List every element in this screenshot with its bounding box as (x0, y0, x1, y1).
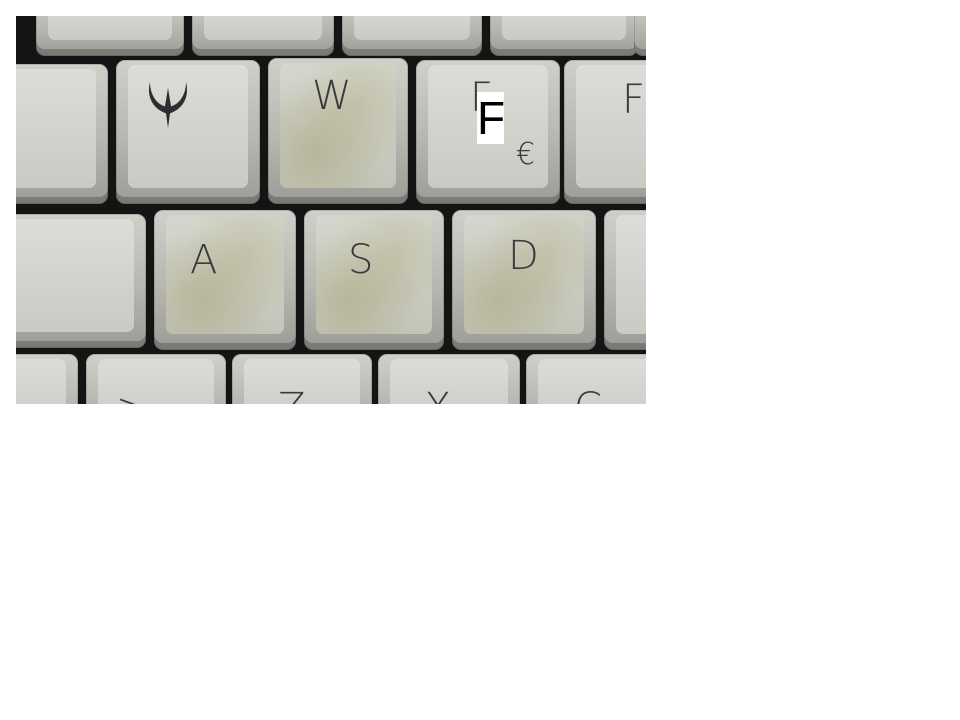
key-less-legend: > (116, 388, 151, 404)
key-x-legend: X (424, 388, 452, 404)
key-r: F (564, 60, 646, 204)
key-shift (16, 354, 78, 404)
key-top-2 (192, 16, 334, 56)
euro-symbol: € (516, 137, 537, 172)
key-top-1 (36, 16, 184, 56)
key-q (116, 60, 260, 204)
keyboard-photo: W F € F A S D > Z X C (16, 16, 646, 404)
overlay-letter-label: F (477, 92, 506, 144)
quake-logo-icon (148, 82, 188, 128)
key-s: S (304, 210, 444, 350)
key-caps (16, 214, 146, 348)
key-w-legend: W (312, 73, 353, 119)
key-z-legend: Z (278, 388, 306, 404)
key-a: A (154, 210, 296, 350)
key-w: W (268, 58, 408, 204)
key-top-4 (490, 16, 638, 56)
key-c: C (526, 354, 646, 404)
key-d-legend: D (508, 233, 540, 279)
key-d: D (452, 210, 596, 350)
key-a-legend: A (190, 237, 219, 283)
key-top-5 (634, 16, 646, 56)
key-z: Z (232, 354, 372, 404)
key-r-legend: F (622, 77, 646, 123)
key-top-3 (342, 16, 482, 56)
key-f (604, 210, 646, 350)
key-c-legend: C (574, 388, 603, 404)
key-s-legend: S (348, 237, 375, 283)
key-less: > (86, 354, 226, 404)
key-tab (16, 64, 108, 204)
key-x: X (378, 354, 520, 404)
